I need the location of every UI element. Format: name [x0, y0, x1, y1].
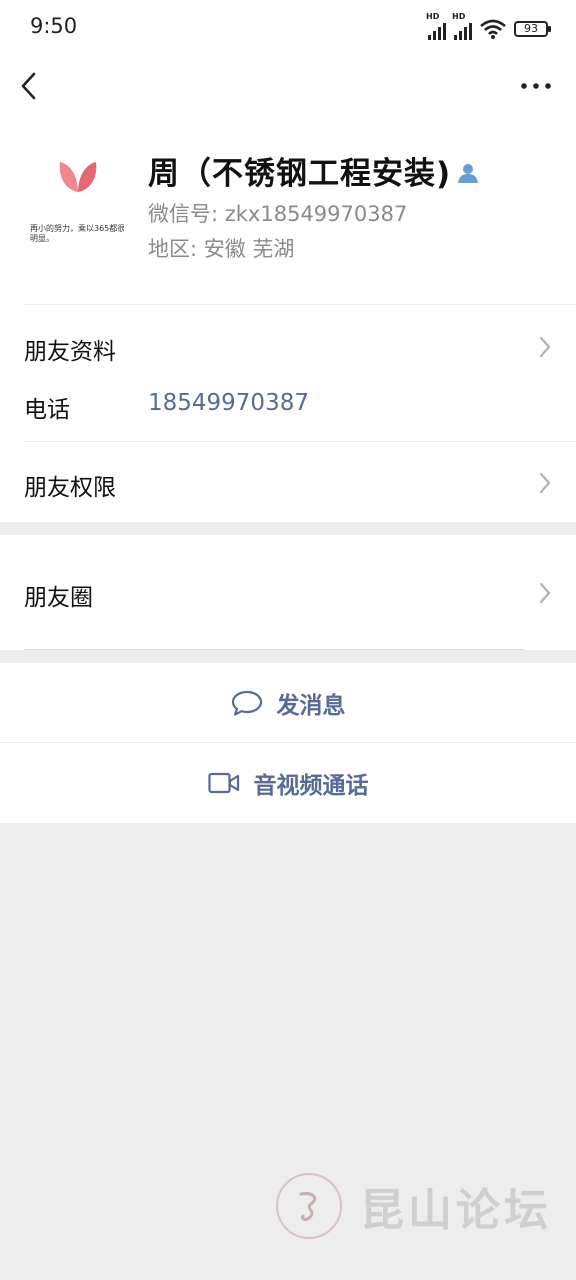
- divider: [24, 304, 576, 305]
- send-message-button[interactable]: 发消息: [0, 663, 576, 743]
- divider: [24, 441, 576, 442]
- watermark-logo-icon: [276, 1173, 342, 1239]
- watermark-text: 昆山论坛: [360, 1185, 552, 1236]
- signal-icon: HD: [452, 12, 472, 40]
- forum-watermark: 昆山论坛: [276, 1172, 568, 1240]
- wifi-icon: [480, 19, 506, 39]
- avatar-caption: 再小的努力，乘以365都很明显。: [30, 224, 124, 242]
- wechat-id: 微信号: zkx18549970387: [148, 202, 408, 226]
- send-message-label: 发消息: [276, 693, 346, 719]
- phone-cell[interactable]: 电话 18549970387: [0, 376, 576, 432]
- status-time: 9:50: [30, 14, 78, 38]
- person-icon: [458, 163, 479, 183]
- phone-label: 电话: [24, 397, 70, 423]
- back-button[interactable]: [14, 68, 50, 104]
- friend-permissions-cell[interactable]: 朋友权限: [0, 456, 576, 512]
- friend-info-label: 朋友资料: [24, 339, 116, 365]
- friend-info-cell[interactable]: 朋友资料: [0, 318, 576, 374]
- contact-name: 周（不锈钢工程安装): [148, 156, 452, 192]
- chat-bubble-icon: [231, 690, 262, 716]
- status-icons: HD HD 93: [426, 12, 551, 41]
- action-block: 发消息 音视频通话: [0, 663, 576, 823]
- region: 地区: 安徽 芜湖: [148, 237, 295, 261]
- moments-cell[interactable]: 朋友圈: [0, 560, 576, 624]
- chevron-right-icon: [539, 336, 551, 358]
- chevron-right-icon: [539, 582, 551, 604]
- video-camera-icon: [207, 772, 239, 794]
- chevron-left-icon: [21, 72, 36, 100]
- more-dots-icon: [521, 83, 551, 89]
- avatar[interactable]: 再小的努力，乘以365都很明显。: [24, 142, 124, 242]
- more-button[interactable]: [518, 68, 554, 104]
- signal-icon: HD: [426, 12, 446, 40]
- nav-bar: [0, 58, 576, 114]
- phone-number-link[interactable]: 18549970387: [148, 390, 309, 416]
- battery-icon: 93: [514, 21, 551, 37]
- profile-header: 再小的努力，乘以365都很明显。 周（不锈钢工程安装) 微信号: zkx1854…: [0, 120, 576, 304]
- status-bar: 9:50 HD HD 93: [0, 0, 576, 58]
- divider: [24, 649, 524, 650]
- name-row: 周（不锈钢工程安装): [148, 148, 479, 193]
- video-call-label: 音视频通话: [253, 773, 369, 799]
- chevron-right-icon: [539, 472, 551, 494]
- leaf-logo-icon: [59, 162, 97, 192]
- friend-permissions-label: 朋友权限: [24, 475, 116, 501]
- moments-label: 朋友圈: [24, 585, 93, 611]
- video-call-button[interactable]: 音视频通话: [0, 743, 576, 823]
